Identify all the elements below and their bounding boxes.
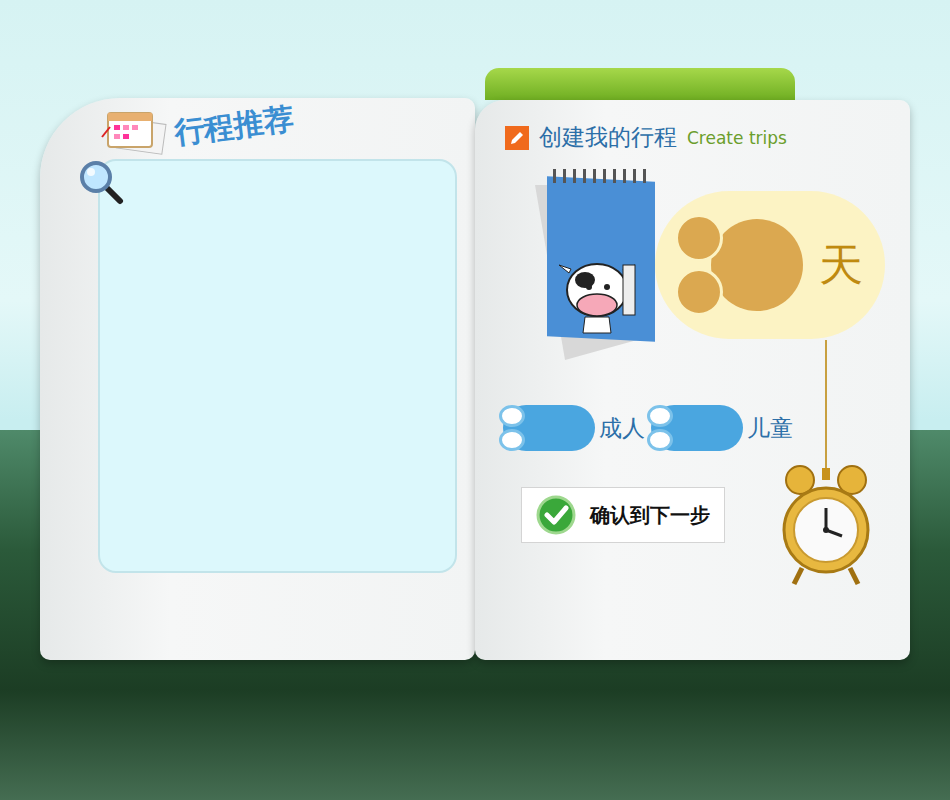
traveller-input[interactable] — [503, 405, 595, 451]
trip-planner-screen: 行程推荐 创建我的行程 Create trips 天成人 儿童确认到下一步 — [0, 0, 950, 800]
book: 行程推荐 创建我的行程 Create trips 天成人 儿童确认到下一步 — [40, 68, 910, 660]
alarm-clock-icon — [780, 460, 872, 588]
recommend-header: 行程推荐 — [90, 106, 475, 157]
recommend-page: 行程推荐 — [40, 98, 475, 660]
days-field[interactable]: 天 — [655, 191, 885, 339]
cow-calendar-icon — [525, 165, 665, 365]
calendar-icon — [100, 107, 170, 157]
check-icon — [536, 495, 576, 535]
traveller-field: 成人 — [505, 405, 645, 451]
traveller-field: 儿童 — [653, 405, 793, 451]
days-unit: 天 — [819, 236, 863, 295]
traveller-label: 成人 — [599, 413, 645, 444]
create-page: 创建我的行程 Create trips 天成人 儿童确认到下一步 — [475, 100, 910, 660]
traveller-label: 儿童 — [747, 413, 793, 444]
travellers-row: 成人 儿童 — [505, 405, 910, 451]
pencil-icon — [505, 126, 529, 150]
create-title: 创建我的行程 — [539, 122, 677, 153]
traveller-input[interactable] — [651, 405, 743, 451]
create-header: 创建我的行程 Create trips — [505, 122, 910, 153]
recommend-panel — [98, 159, 457, 573]
clock-string — [825, 340, 827, 475]
confirm-button[interactable]: 确认到下一步 — [521, 487, 725, 543]
recommend-title: 行程推荐 — [172, 99, 296, 154]
magnifier-icon[interactable] — [78, 159, 124, 205]
page-tab — [485, 68, 795, 100]
days-digit-icon — [675, 214, 803, 316]
create-subtitle: Create trips — [687, 128, 787, 148]
days-row: 天 — [525, 165, 910, 365]
